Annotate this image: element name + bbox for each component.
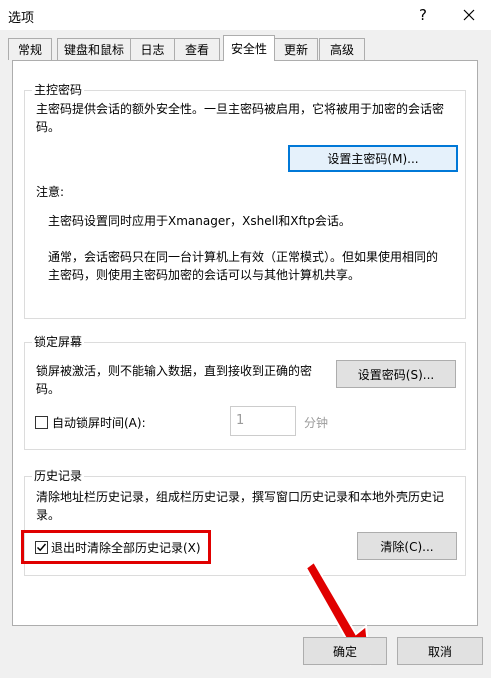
master-password-title: 主控密码 <box>32 81 85 98</box>
ok-button[interactable]: 确定 <box>303 637 387 665</box>
note-1: 主密码设置同时应用于Xmanager，Xshell和Xftp会话。 <box>48 214 351 228</box>
tab-view[interactable]: 查看 <box>174 38 220 60</box>
annotation-box <box>21 530 211 564</box>
cancel-button[interactable]: 取消 <box>397 637 483 665</box>
close-icon <box>463 9 475 21</box>
history-title: 历史记录 <box>32 467 85 484</box>
master-password-desc-1: 主密码提供会话的额外安全性。一旦主密码被启用，它将被用于加密的会话密 <box>36 102 445 116</box>
master-password-desc-2: 码。 <box>36 120 61 134</box>
help-button[interactable]: ? <box>405 0 441 30</box>
tab-update[interactable]: 更新 <box>274 38 318 60</box>
auto-lock-checkbox[interactable] <box>35 416 48 429</box>
tab-general[interactable]: 常规 <box>8 38 52 60</box>
tab-security[interactable]: 安全性 <box>223 35 275 61</box>
tab-advanced[interactable]: 高级 <box>319 38 365 60</box>
history-desc-2: 录。 <box>36 508 61 522</box>
master-password-group <box>24 90 466 319</box>
history-desc-1: 清除地址栏历史记录，组成栏历史记录，撰写窗口历史记录和本地外壳历史记 <box>36 490 445 504</box>
tab-keyboard-mouse[interactable]: 键盘和鼠标 <box>57 38 131 60</box>
note-2-line-2: 主密码，则使用主密码加密的会话可以与其他计算机共享。 <box>48 268 361 282</box>
minutes-unit: 分钟 <box>304 416 329 430</box>
window-title: 选项 <box>8 11 35 26</box>
tab-log[interactable]: 日志 <box>130 38 175 60</box>
note-label: 注意: <box>36 185 65 199</box>
close-button[interactable] <box>447 0 491 30</box>
lock-screen-title: 锁定屏幕 <box>32 333 85 350</box>
lock-screen-desc-2: 码。 <box>36 382 61 396</box>
set-lock-password-button[interactable]: 设置密码(S)... <box>336 360 456 388</box>
lock-screen-desc-1: 锁屏被激活，则不能输入数据，直到接收到正确的密 <box>36 364 313 378</box>
auto-lock-label: 自动锁屏时间(A): <box>52 416 146 430</box>
clear-history-button[interactable]: 清除(C)... <box>357 532 457 560</box>
auto-lock-minutes-input[interactable]: 1 <box>230 406 296 436</box>
note-2-line-1: 通常，会话密码只在同一台计算机上有效（正常模式）。但如果使用相同的 <box>48 250 439 264</box>
set-master-password-button[interactable]: 设置主密码(M)... <box>288 145 458 172</box>
